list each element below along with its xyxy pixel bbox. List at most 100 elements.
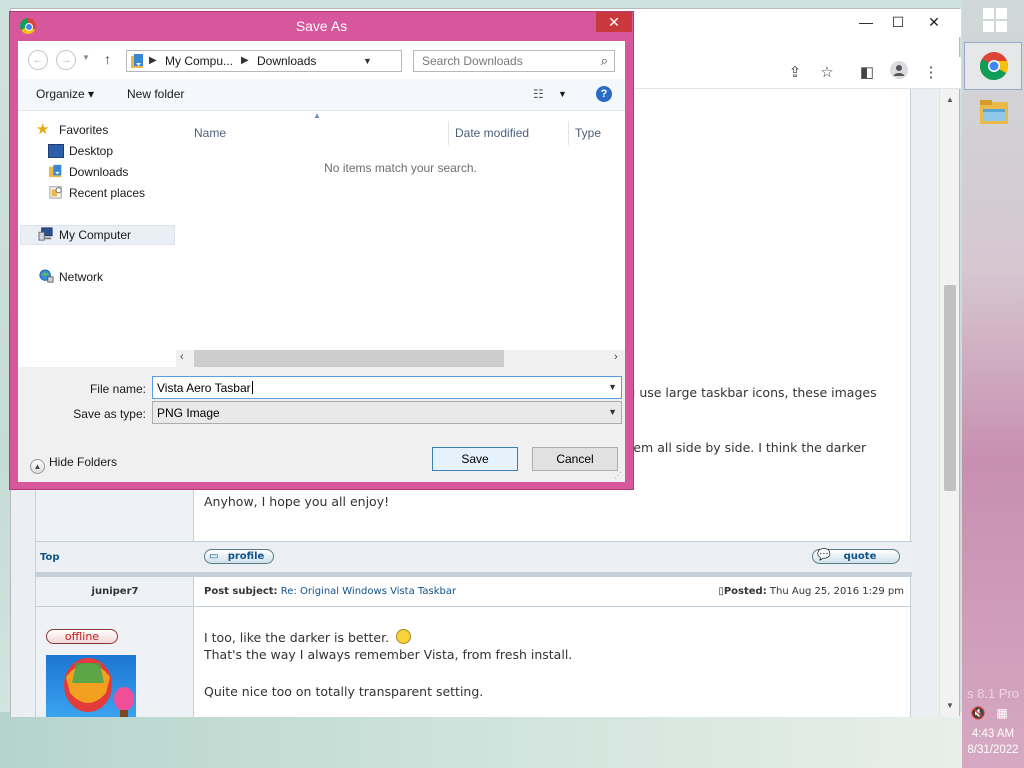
minimize-button[interactable]: — bbox=[851, 11, 881, 33]
search-icon[interactable]: ⌕ bbox=[601, 53, 608, 69]
maximize-button[interactable]: ☐ bbox=[883, 11, 913, 33]
page-scrollbar[interactable]: ▲ ▼ bbox=[939, 89, 959, 717]
scroll-left-icon[interactable]: ‹ bbox=[180, 351, 184, 363]
column-divider[interactable] bbox=[568, 121, 569, 145]
address-bar[interactable]: ▶ My Compu... ▶ Downloads ▼ ↻ bbox=[126, 50, 501, 72]
desktop-icon bbox=[48, 144, 64, 158]
taskbar-chrome-button[interactable] bbox=[964, 42, 1022, 90]
top-link[interactable]: Top bbox=[40, 552, 60, 563]
save-button[interactable]: Save bbox=[432, 447, 518, 471]
post-body-line: I too, like the darker is better. bbox=[204, 630, 390, 645]
nav-label: Desktop bbox=[69, 144, 114, 158]
clock-date: 8/31/2022 bbox=[967, 744, 1019, 756]
new-folder-button[interactable]: New folder bbox=[127, 87, 184, 101]
dialog-close-button[interactable]: ✕ bbox=[596, 12, 632, 32]
search-input[interactable]: Search Downloads ⌕ bbox=[413, 50, 615, 72]
breadcrumb-separator-icon: ▶ bbox=[149, 55, 157, 66]
status-badge: offline bbox=[46, 629, 118, 644]
breadcrumb-item[interactable]: My Compu... bbox=[165, 54, 233, 68]
save-as-dialog: Save As ✕ ← → ▼ ↑ ▶ My Compu... ▶ Downlo… bbox=[9, 11, 634, 490]
post-date: ▯Posted: Thu Aug 25, 2016 1:29 pm bbox=[718, 586, 904, 597]
chrome-icon bbox=[980, 52, 1008, 81]
profile-avatar-icon[interactable] bbox=[887, 61, 911, 85]
post-text-line: f you use large taskbar icons, these ima… bbox=[604, 385, 877, 400]
breadcrumb-item[interactable]: Downloads bbox=[257, 54, 316, 68]
posted-value: Thu Aug 25, 2016 1:29 pm bbox=[769, 586, 904, 597]
taskbar-clock[interactable]: 4:43 AM 8/31/2022 bbox=[962, 726, 1024, 758]
back-arrow-icon[interactable]: ← bbox=[28, 50, 48, 70]
downloads-folder-icon bbox=[49, 164, 62, 178]
address-dropdown-icon[interactable]: ▼ bbox=[363, 56, 372, 66]
up-arrow-icon[interactable]: ↑ bbox=[104, 51, 111, 67]
file-name-label: File name: bbox=[89, 382, 146, 396]
side-panel-icon[interactable]: ◧ bbox=[855, 61, 879, 85]
subject-link[interactable]: Re: Original Windows Vista Taskbar bbox=[281, 586, 456, 597]
save-as-type-value: PNG Image bbox=[157, 406, 220, 420]
network-icon[interactable]: ▦ bbox=[994, 706, 1010, 722]
post-subject: Post subject: Re: Original Windows Vista… bbox=[204, 586, 456, 597]
quote-label: quote bbox=[843, 551, 877, 562]
scroll-up-icon[interactable]: ▲ bbox=[940, 95, 960, 104]
view-options-icon[interactable]: ☷ bbox=[533, 87, 544, 101]
save-as-type-dropdown-icon[interactable]: ▼ bbox=[608, 407, 617, 417]
recent-places-icon bbox=[49, 186, 62, 199]
smiley-icon bbox=[396, 629, 412, 644]
computer-icon bbox=[38, 227, 53, 241]
save-form: File name: Vista Aero Tasbar ▼ Save as t… bbox=[18, 367, 625, 482]
column-header-type[interactable]: Type bbox=[575, 126, 601, 140]
post-header: juniper7 Post subject: Re: Original Wind… bbox=[36, 577, 912, 607]
profile-button[interactable]: ▭ profile bbox=[204, 549, 274, 564]
quote-button[interactable]: 💬 quote bbox=[812, 548, 900, 564]
cancel-button[interactable]: Cancel bbox=[532, 447, 618, 471]
profile-icon: ▭ bbox=[209, 551, 219, 562]
sort-indicator-icon: ▲ bbox=[313, 111, 321, 120]
menu-kebab-icon[interactable]: ⋮ bbox=[919, 61, 943, 85]
file-list: ▲ Name Date modified Type No items match… bbox=[176, 111, 625, 367]
profile-label: profile bbox=[227, 551, 265, 562]
nav-label: Favorites bbox=[59, 123, 109, 137]
empty-message: No items match your search. bbox=[324, 161, 477, 175]
share-icon[interactable]: ⇪ bbox=[783, 61, 807, 85]
user-avatar bbox=[46, 655, 136, 717]
search-placeholder: Search Downloads bbox=[422, 54, 523, 68]
nav-label: My Computer bbox=[59, 228, 132, 242]
dialog-body: ← → ▼ ↑ ▶ My Compu... ▶ Downloads ▼ ↻ Se… bbox=[18, 41, 625, 482]
dialog-title: Save As bbox=[295, 18, 348, 34]
collapse-chevron-icon: ▲ bbox=[30, 459, 45, 474]
column-header-date-modified[interactable]: Date modified bbox=[455, 126, 529, 140]
horizontal-scrollbar[interactable]: ‹ › bbox=[176, 350, 625, 367]
view-dropdown-icon[interactable]: ▼ bbox=[558, 89, 567, 99]
start-button[interactable] bbox=[964, 0, 1022, 48]
post-body: I too, like the darker is better. bbox=[204, 629, 412, 645]
resize-grip-icon[interactable]: ⋰ bbox=[614, 471, 622, 480]
hide-folders-label: Hide Folders bbox=[49, 455, 118, 469]
file-name-input[interactable]: Vista Aero Tasbar ▼ bbox=[152, 376, 622, 399]
breadcrumb-separator-icon: ▶ bbox=[241, 55, 249, 66]
hide-folders-button[interactable]: ▲ Hide Folders bbox=[30, 455, 117, 474]
recent-locations-chevron-icon[interactable]: ▼ bbox=[82, 53, 90, 62]
horizontal-scrollbar-thumb[interactable] bbox=[194, 350, 504, 367]
column-header-name[interactable]: Name bbox=[194, 126, 226, 140]
column-divider[interactable] bbox=[448, 121, 449, 145]
scroll-down-icon[interactable]: ▼ bbox=[940, 701, 960, 710]
dialog-titlebar[interactable]: Save As ✕ bbox=[10, 12, 633, 40]
navigation-pane: ★ Favorites Desktop Downloads Recent pla… bbox=[18, 111, 176, 367]
organize-menu[interactable]: Organize ▾ bbox=[36, 87, 94, 101]
file-explorer-icon bbox=[980, 100, 1008, 124]
forward-arrow-icon[interactable]: → bbox=[56, 50, 76, 70]
post-text-line: Anyhow, I hope you all enjoy! bbox=[204, 494, 390, 509]
address-row: ← → ▼ ↑ ▶ My Compu... ▶ Downloads ▼ ↻ Se… bbox=[18, 41, 625, 79]
bookmark-star-icon[interactable]: ☆ bbox=[815, 61, 839, 85]
post-author[interactable]: juniper7 bbox=[36, 586, 194, 597]
volume-muted-icon[interactable]: 🔇 bbox=[970, 706, 986, 722]
desktop-strip bbox=[0, 712, 962, 768]
save-as-type-select[interactable]: PNG Image ▼ bbox=[152, 401, 622, 424]
text-caret bbox=[251, 381, 253, 394]
star-icon: ★ bbox=[36, 121, 50, 138]
file-name-dropdown-icon[interactable]: ▼ bbox=[608, 382, 617, 392]
taskbar-file-explorer-button[interactable] bbox=[964, 92, 1022, 140]
scroll-right-icon[interactable]: › bbox=[614, 351, 618, 363]
scrollbar-thumb[interactable] bbox=[944, 285, 956, 491]
close-button[interactable]: ✕ bbox=[919, 11, 949, 33]
help-icon[interactable]: ? bbox=[596, 86, 612, 102]
